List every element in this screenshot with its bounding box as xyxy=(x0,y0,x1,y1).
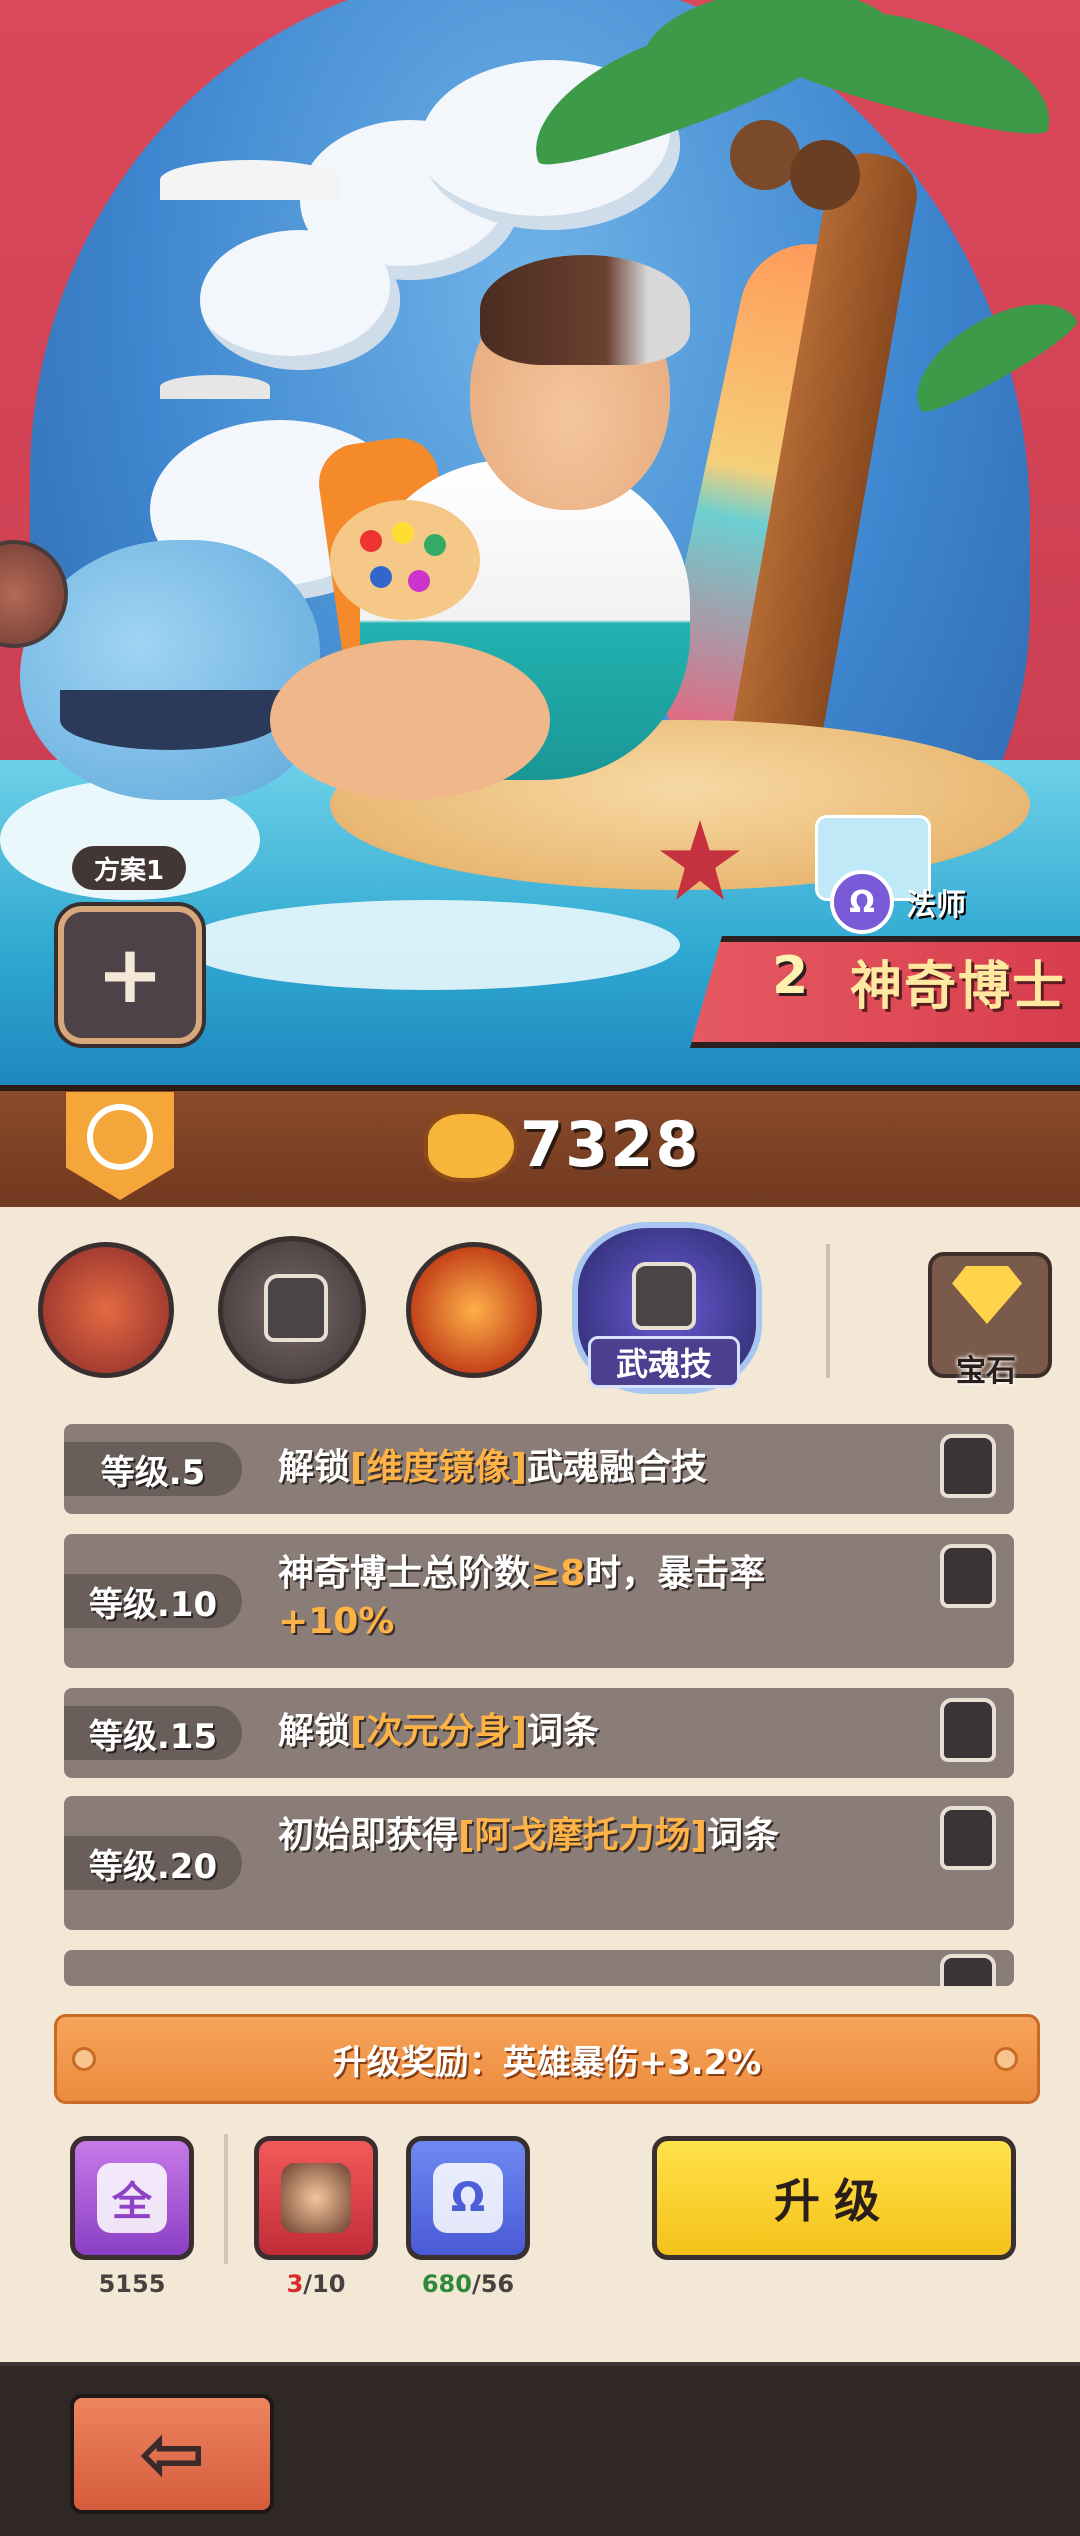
hero-hair xyxy=(480,255,690,365)
hero-star-level: 2 xyxy=(772,946,809,1006)
plan-label: 方案1 xyxy=(72,846,186,890)
back-arrow-icon: ⇦ xyxy=(138,2407,206,2500)
coconut xyxy=(790,140,860,210)
universal-can-icon: 全 xyxy=(97,2163,167,2233)
level-description: 初始即获得[阿戈摩托力场]词条 xyxy=(278,1815,779,1856)
rivet-icon xyxy=(72,2047,96,2071)
divider xyxy=(826,1244,830,1378)
level-unlock-row: 等级.5 解锁[维度镜像]武魂融合技 xyxy=(64,1424,1014,1514)
lock-icon xyxy=(940,1434,996,1498)
seagull xyxy=(160,375,270,399)
lock-icon xyxy=(940,1806,996,1870)
hero-shard-item[interactable] xyxy=(254,2136,378,2260)
seagull xyxy=(160,160,340,200)
rivet-icon xyxy=(994,2047,1018,2071)
divider xyxy=(224,2134,228,2264)
level-unlock-row-partial xyxy=(64,1950,1014,1986)
lock-icon xyxy=(940,1698,996,1762)
wuhun-skill-label: 武魂技 xyxy=(588,1336,740,1388)
skill-slot-3[interactable] xyxy=(406,1242,542,1378)
mage-can-icon: Ω xyxy=(433,2163,503,2233)
skill-slot-1[interactable] xyxy=(38,1242,174,1378)
upgrade-reward-bar: 升级奖励：英雄暴伤+3.2% xyxy=(54,2014,1040,2104)
hero-legs xyxy=(270,640,550,800)
hero-name: 神奇博士 xyxy=(850,957,1067,1017)
paint-palette xyxy=(330,500,480,620)
lock-icon xyxy=(264,1274,328,1342)
hero-banner: 方案1 + Ω 法师 2 神奇博士 xyxy=(0,0,1080,1085)
level-description: 解锁[次元分身]词条 xyxy=(278,1711,599,1752)
lock-icon xyxy=(940,1954,996,1986)
class-name: 法师 xyxy=(906,888,966,923)
plan-add-button[interactable]: + xyxy=(58,906,202,1044)
gem-label: 宝石 xyxy=(956,1354,1016,1389)
level-description: 神奇博士总阶数≥8时，暴击率+10% xyxy=(278,1553,766,1642)
level-tag: 等级.10 xyxy=(64,1574,242,1628)
level-description: 解锁[维度镜像]武魂融合技 xyxy=(278,1447,707,1488)
mage-can-item[interactable]: Ω xyxy=(406,2136,530,2260)
item-count: 3/10 xyxy=(286,2270,346,2298)
level-tag: 等级.5 xyxy=(64,1442,242,1496)
shark-mouth xyxy=(60,690,280,750)
level-unlock-row: 等级.10 神奇博士总阶数≥8时，暴击率+10% xyxy=(64,1534,1014,1668)
plus-icon: + xyxy=(96,928,164,1021)
level-unlock-row: 等级.20 初始即获得[阿戈摩托力场]词条 xyxy=(64,1796,1014,1930)
currency-amount: 7328 xyxy=(520,1108,701,1181)
lock-icon xyxy=(632,1262,696,1330)
level-tag: 等级.15 xyxy=(64,1706,242,1760)
lock-icon xyxy=(940,1544,996,1608)
mage-class-icon: Ω xyxy=(830,870,894,934)
level-unlock-row: 等级.15 解锁[次元分身]词条 xyxy=(64,1688,1014,1778)
hero-portrait-icon xyxy=(281,2163,351,2233)
level-tag: 等级.20 xyxy=(64,1836,242,1890)
cloud xyxy=(200,230,400,370)
back-button[interactable]: ⇦ xyxy=(70,2394,274,2514)
item-count: 5155 xyxy=(98,2270,166,2298)
upgrade-material-icon xyxy=(424,1110,518,1182)
upgrade-button[interactable]: 升级 xyxy=(652,2136,1016,2260)
universal-can-item[interactable]: 全 xyxy=(70,2136,194,2260)
item-count: 680/56 xyxy=(421,2270,515,2298)
hero-class: Ω 法师 xyxy=(830,870,966,934)
wave-foam xyxy=(180,900,680,990)
